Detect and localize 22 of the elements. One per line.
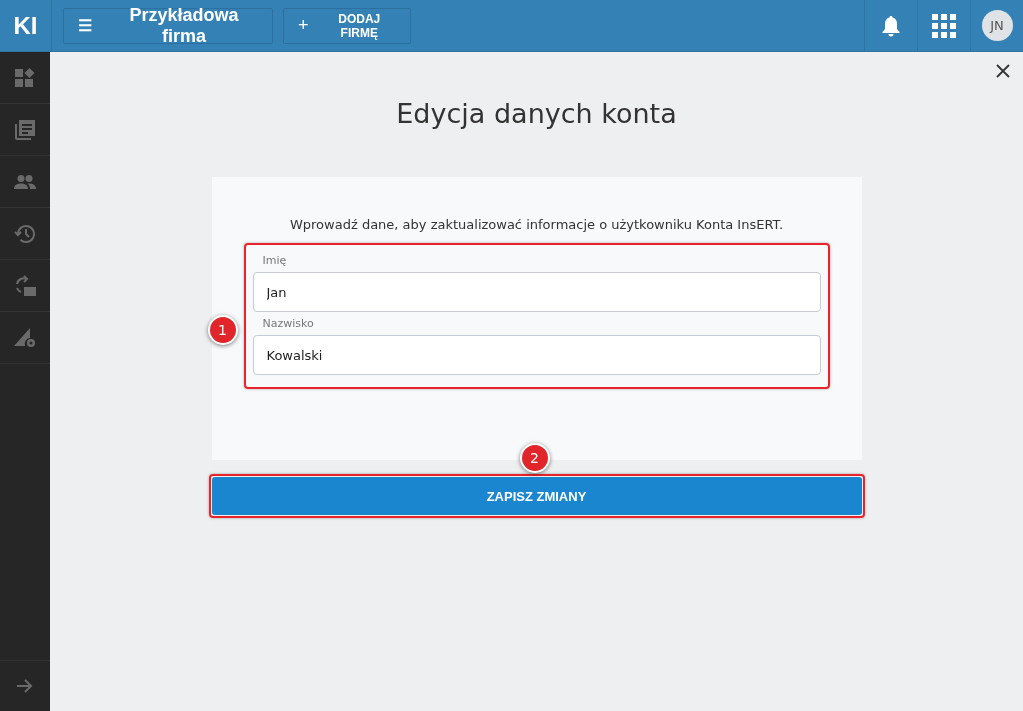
apps-grid-icon[interactable] <box>932 13 956 38</box>
input-field[interactable]: Kowalski <box>252 335 821 375</box>
user-avatar[interactable]: JN <box>981 10 1013 41</box>
step-marker: 1 <box>207 315 238 345</box>
page-title: Edycja danych konta <box>396 98 677 131</box>
company-selector[interactable]: ☰ Przykładowa firma <box>63 7 273 44</box>
sync-icon[interactable] <box>14 274 36 297</box>
close-icon[interactable] <box>996 64 1010 78</box>
field-label: Imię <box>262 254 288 267</box>
add-company-button[interactable]: + DODAJ FIRMĘ <box>283 7 411 44</box>
app-logo[interactable]: KI <box>0 0 52 52</box>
intro-text: Wprowadź dane, aby zaktualizować informacje o użytkowniku Konta InsERT. <box>288 217 785 232</box>
save-button[interactable]: ZAPISZ ZMIANY <box>211 477 862 515</box>
notification-bell-icon[interactable] <box>881 14 901 37</box>
field-label: Nazwisko <box>262 317 315 330</box>
input-field[interactable]: Jan <box>252 272 821 312</box>
documents-icon[interactable] <box>15 119 35 140</box>
dashboard-icon[interactable] <box>15 67 35 88</box>
settings-icon[interactable] <box>14 327 36 348</box>
expand-arrow-icon[interactable] <box>17 679 33 693</box>
history-icon[interactable] <box>14 223 36 244</box>
people-icon[interactable] <box>14 174 36 189</box>
